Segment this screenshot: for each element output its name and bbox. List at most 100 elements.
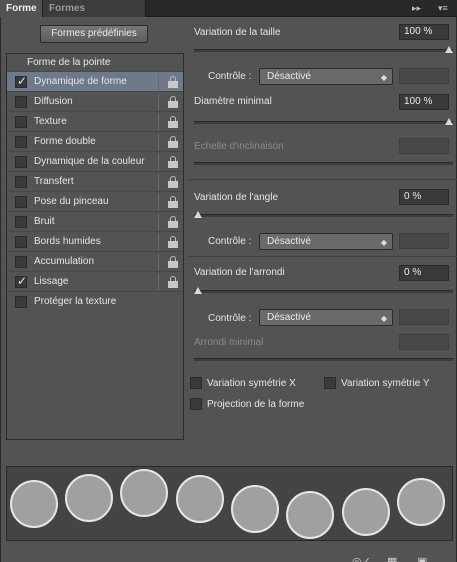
list-item[interactable]: Texture <box>7 111 183 131</box>
list-item[interactable]: Dynamique de la couleur <box>7 151 183 171</box>
list-item[interactable]: Protéger la texture <box>7 291 183 311</box>
divider <box>158 274 159 290</box>
control-select-3[interactable]: Désactivé ◆ <box>259 309 393 326</box>
list-item[interactable]: ✓ Lissage <box>7 271 183 291</box>
lock-icon[interactable] <box>168 236 178 248</box>
checkbox[interactable] <box>15 196 27 208</box>
list-item[interactable]: Pose du pinceau <box>7 191 183 211</box>
new-preset-icon[interactable]: ▣ <box>417 555 427 562</box>
size-jitter-slider[interactable] <box>194 46 453 53</box>
brush-projection-checkbox[interactable] <box>190 398 202 410</box>
lock-icon[interactable] <box>168 176 178 188</box>
tab-forme[interactable]: Forme <box>0 0 42 17</box>
checkbox[interactable] <box>15 156 27 168</box>
list-item[interactable]: ✓ Dynamique de forme <box>7 71 183 91</box>
slider-thumb[interactable] <box>194 287 202 294</box>
panel-menu-icon[interactable]: ▾≡ <box>438 3 448 14</box>
list-item[interactable]: Bruit <box>7 211 183 231</box>
brush-presets-button[interactable]: Formes prédéfinies <box>40 25 148 43</box>
divider <box>189 179 457 180</box>
flip-x-label: Variation symétrie X <box>207 378 296 389</box>
min-roundness-input <box>399 334 449 350</box>
list-item-label: Protéger la texture <box>34 296 117 307</box>
lock-icon[interactable] <box>168 136 178 148</box>
checkbox[interactable] <box>15 116 27 128</box>
brush-projection-label: Projection de la forme <box>207 399 305 410</box>
chevron-updown-icon: ◆ <box>380 73 387 82</box>
slider-thumb[interactable] <box>445 118 453 125</box>
slider-thumb[interactable] <box>194 211 202 218</box>
size-jitter-input[interactable]: 100 % <box>399 24 449 40</box>
brush-dab <box>120 469 168 517</box>
lock-icon[interactable] <box>168 96 178 108</box>
checkbox[interactable] <box>15 256 27 268</box>
list-item[interactable]: Accumulation <box>7 251 183 271</box>
min-diameter-slider[interactable] <box>194 118 453 125</box>
divider <box>158 154 159 170</box>
list-item[interactable]: Forme double <box>7 131 183 151</box>
brush-dab <box>397 478 445 526</box>
divider <box>158 134 159 150</box>
divider <box>158 114 159 130</box>
checkbox[interactable]: ✓ <box>15 74 28 88</box>
lock-icon[interactable] <box>168 216 178 228</box>
lock-icon[interactable] <box>168 256 178 268</box>
divider <box>158 234 159 250</box>
list-item-label: Bords humides <box>34 236 101 247</box>
list-item-label: Diffusion <box>34 96 73 107</box>
roundness-jitter-input[interactable]: 0 % <box>399 265 449 281</box>
brush-options-list: Forme de la pointe ✓ Dynamique de forme … <box>6 53 184 440</box>
brush-stroke-preview <box>6 466 453 541</box>
flip-y-checkbox[interactable] <box>324 377 336 389</box>
angle-jitter-input[interactable]: 0 % <box>399 189 449 205</box>
list-item[interactable]: Transfert <box>7 171 183 191</box>
angle-jitter-label: Variation de l'angle <box>194 192 279 203</box>
checkbox[interactable] <box>15 236 27 248</box>
checkbox[interactable] <box>15 136 27 148</box>
flip-x-checkbox[interactable] <box>190 377 202 389</box>
control-select-1[interactable]: Désactivé ◆ <box>259 68 393 85</box>
eye-brush-icon[interactable]: ◎✓ <box>352 555 371 562</box>
checkbox[interactable] <box>15 96 27 108</box>
slider-thumb[interactable] <box>445 46 453 53</box>
tilt-scale-label: Echelle d'inclinaison <box>194 141 284 152</box>
lock-icon[interactable] <box>168 156 178 168</box>
checkmark-icon: ✓ <box>17 74 28 88</box>
list-item-label: Accumulation <box>34 256 95 267</box>
tab-formes-predefinies[interactable]: Formes prédéfinies <box>42 0 146 31</box>
list-item[interactable]: Diffusion <box>7 91 183 111</box>
min-diameter-input[interactable]: 100 % <box>399 94 449 110</box>
control-extra-field-1 <box>399 68 449 84</box>
lock-icon[interactable] <box>168 276 178 288</box>
control-select-2[interactable]: Désactivé ◆ <box>259 233 393 250</box>
select-value: Désactivé <box>267 236 311 247</box>
checkbox[interactable] <box>15 216 27 228</box>
grid-panel-icon[interactable]: ▦ <box>387 555 397 562</box>
tilt-scale-slider <box>194 162 453 165</box>
brush-dab <box>65 474 113 522</box>
lock-icon[interactable] <box>168 196 178 208</box>
list-item-label: Dynamique de la couleur <box>34 156 145 167</box>
checkbox[interactable] <box>15 296 27 308</box>
chevron-updown-icon: ◆ <box>380 314 387 323</box>
brush-dab <box>231 485 279 533</box>
divider <box>158 94 159 110</box>
lock-icon[interactable] <box>168 116 178 128</box>
divider <box>158 74 159 90</box>
list-item[interactable]: Bords humides <box>7 231 183 251</box>
brush-tip-shape-item[interactable]: Forme de la pointe <box>7 54 183 71</box>
min-diameter-label: Diamètre minimal <box>194 96 272 107</box>
double-chevron-icon[interactable]: ▸▸ <box>412 3 421 14</box>
lock-icon[interactable] <box>168 76 178 88</box>
checkbox[interactable] <box>15 176 27 188</box>
checkbox[interactable]: ✓ <box>15 274 28 288</box>
checkmark-icon: ✓ <box>17 274 28 288</box>
roundness-jitter-slider[interactable] <box>194 287 453 294</box>
list-item-label: Lissage <box>34 276 69 287</box>
list-item-label: Transfert <box>34 176 74 187</box>
tilt-scale-input <box>399 138 449 154</box>
angle-jitter-slider[interactable] <box>194 211 453 218</box>
divider <box>158 194 159 210</box>
control-label-2: Contrôle : <box>208 236 252 247</box>
list-item-label: Texture <box>34 116 67 127</box>
